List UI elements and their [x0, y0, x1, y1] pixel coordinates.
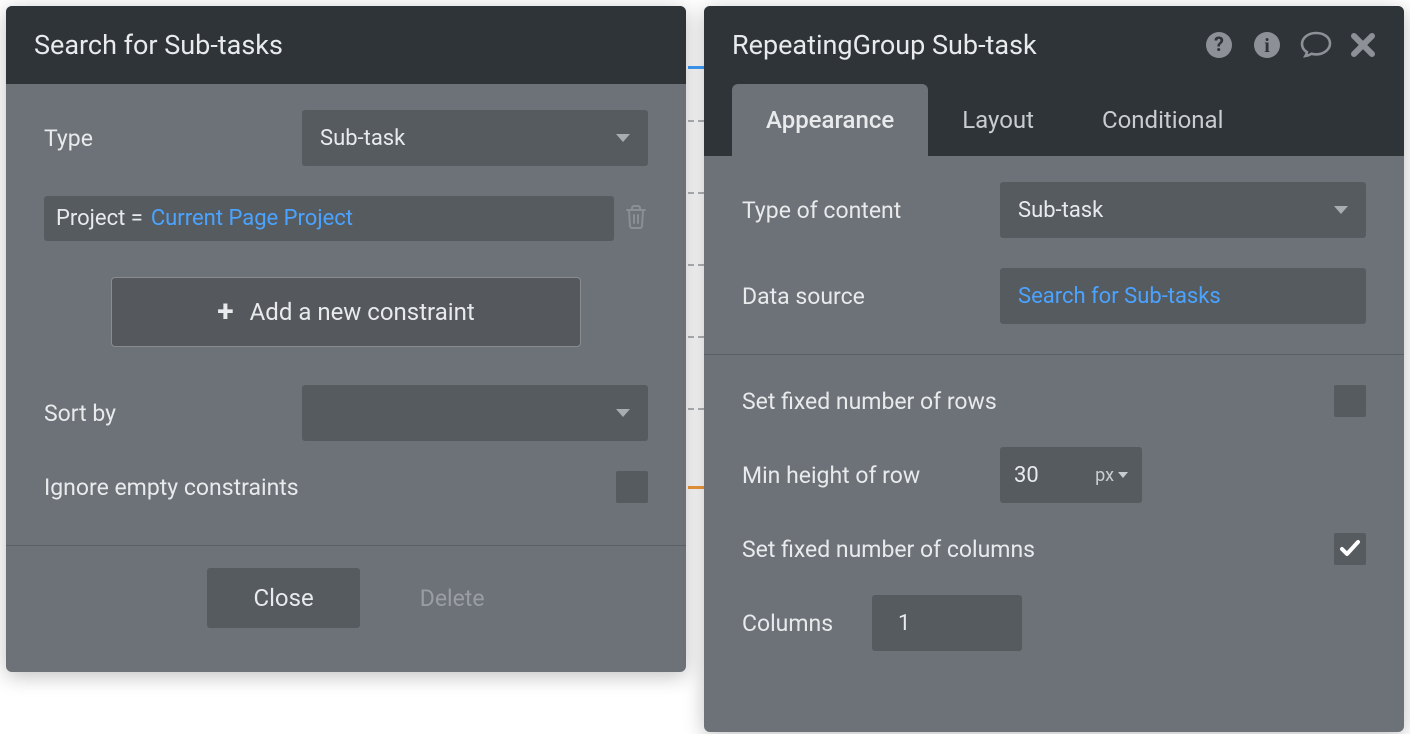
columns-value: 1: [898, 611, 910, 636]
data-source-label: Data source: [742, 283, 1000, 310]
search-panel-header: Search for Sub-tasks: [6, 6, 686, 84]
min-height-unit-select[interactable]: px: [1095, 465, 1128, 486]
chevron-down-icon: [1118, 472, 1128, 478]
svg-text:?: ?: [1214, 32, 1224, 56]
help-icon[interactable]: ?: [1204, 30, 1234, 60]
tab-appearance[interactable]: Appearance: [732, 84, 928, 156]
element-inspector-panel: RepeatingGroup Sub-task ? i Appearance L…: [704, 6, 1404, 732]
accent-line-orange: [688, 486, 704, 489]
comment-icon[interactable]: [1300, 30, 1332, 60]
chevron-down-icon: [1334, 206, 1348, 214]
inspector-title: RepeatingGroup Sub-task: [732, 29, 1037, 61]
inspector-tabs: Appearance Layout Conditional: [704, 84, 1404, 156]
plus-icon: +: [217, 297, 233, 327]
panel-gap-decor: [688, 0, 704, 734]
columns-label: Columns: [742, 610, 872, 637]
delete-button[interactable]: Delete: [420, 585, 485, 612]
ignore-empty-checkbox[interactable]: [616, 471, 648, 503]
close-button-label: Close: [253, 584, 313, 612]
constraint-row[interactable]: Project = Current Page Project: [44, 196, 614, 241]
ignore-empty-label: Ignore empty constraints: [44, 474, 616, 501]
chevron-down-icon: [616, 134, 630, 142]
type-of-content-label: Type of content: [742, 197, 1000, 224]
type-select[interactable]: Sub-task: [302, 110, 648, 166]
sort-by-label: Sort by: [44, 400, 302, 427]
data-source-value: Search for Sub-tasks: [1018, 284, 1221, 309]
close-icon[interactable]: [1350, 32, 1376, 58]
search-panel-footer: Close Delete: [6, 545, 686, 652]
constraint-field: Project =: [56, 206, 143, 231]
min-height-input[interactable]: 30 px: [1000, 447, 1142, 503]
section-divider: [704, 354, 1404, 355]
type-label: Type: [44, 125, 302, 152]
search-panel-title: Search for Sub-tasks: [34, 29, 283, 61]
close-button[interactable]: Close: [207, 568, 359, 628]
add-constraint-button[interactable]: + Add a new constraint: [111, 277, 581, 347]
fixed-cols-label: Set fixed number of columns: [742, 536, 1334, 563]
inspector-header-actions: ? i: [1204, 30, 1376, 60]
type-of-content-value: Sub-task: [1018, 198, 1103, 223]
data-source-input[interactable]: Search for Sub-tasks: [1000, 268, 1366, 324]
columns-select[interactable]: 1: [872, 595, 1022, 651]
inspector-header: RepeatingGroup Sub-task ? i: [704, 6, 1404, 84]
constraint-value: Current Page Project: [151, 206, 353, 231]
svg-text:i: i: [1264, 35, 1270, 57]
fixed-cols-checkbox[interactable]: [1334, 533, 1366, 565]
search-panel: Search for Sub-tasks Type Sub-task Proje…: [6, 6, 686, 672]
tab-conditional[interactable]: Conditional: [1068, 84, 1257, 156]
min-height-label: Min height of row: [742, 462, 1000, 489]
fixed-rows-checkbox[interactable]: [1334, 385, 1366, 417]
trash-icon[interactable]: [624, 204, 648, 234]
type-of-content-select[interactable]: Sub-task: [1000, 182, 1366, 238]
add-constraint-label: Add a new constraint: [250, 298, 475, 326]
min-height-value: 30: [1014, 463, 1039, 488]
delete-button-label: Delete: [420, 585, 485, 612]
tab-layout-label: Layout: [962, 106, 1034, 134]
accent-line-blue: [688, 66, 704, 69]
min-height-unit-label: px: [1095, 465, 1114, 486]
tab-conditional-label: Conditional: [1102, 106, 1223, 134]
tab-appearance-label: Appearance: [766, 106, 894, 134]
type-select-value: Sub-task: [320, 126, 405, 151]
info-icon[interactable]: i: [1252, 30, 1282, 60]
sort-by-select[interactable]: [302, 385, 648, 441]
fixed-rows-label: Set fixed number of rows: [742, 388, 1334, 415]
chevron-down-icon: [616, 409, 630, 417]
tab-layout[interactable]: Layout: [928, 84, 1068, 156]
